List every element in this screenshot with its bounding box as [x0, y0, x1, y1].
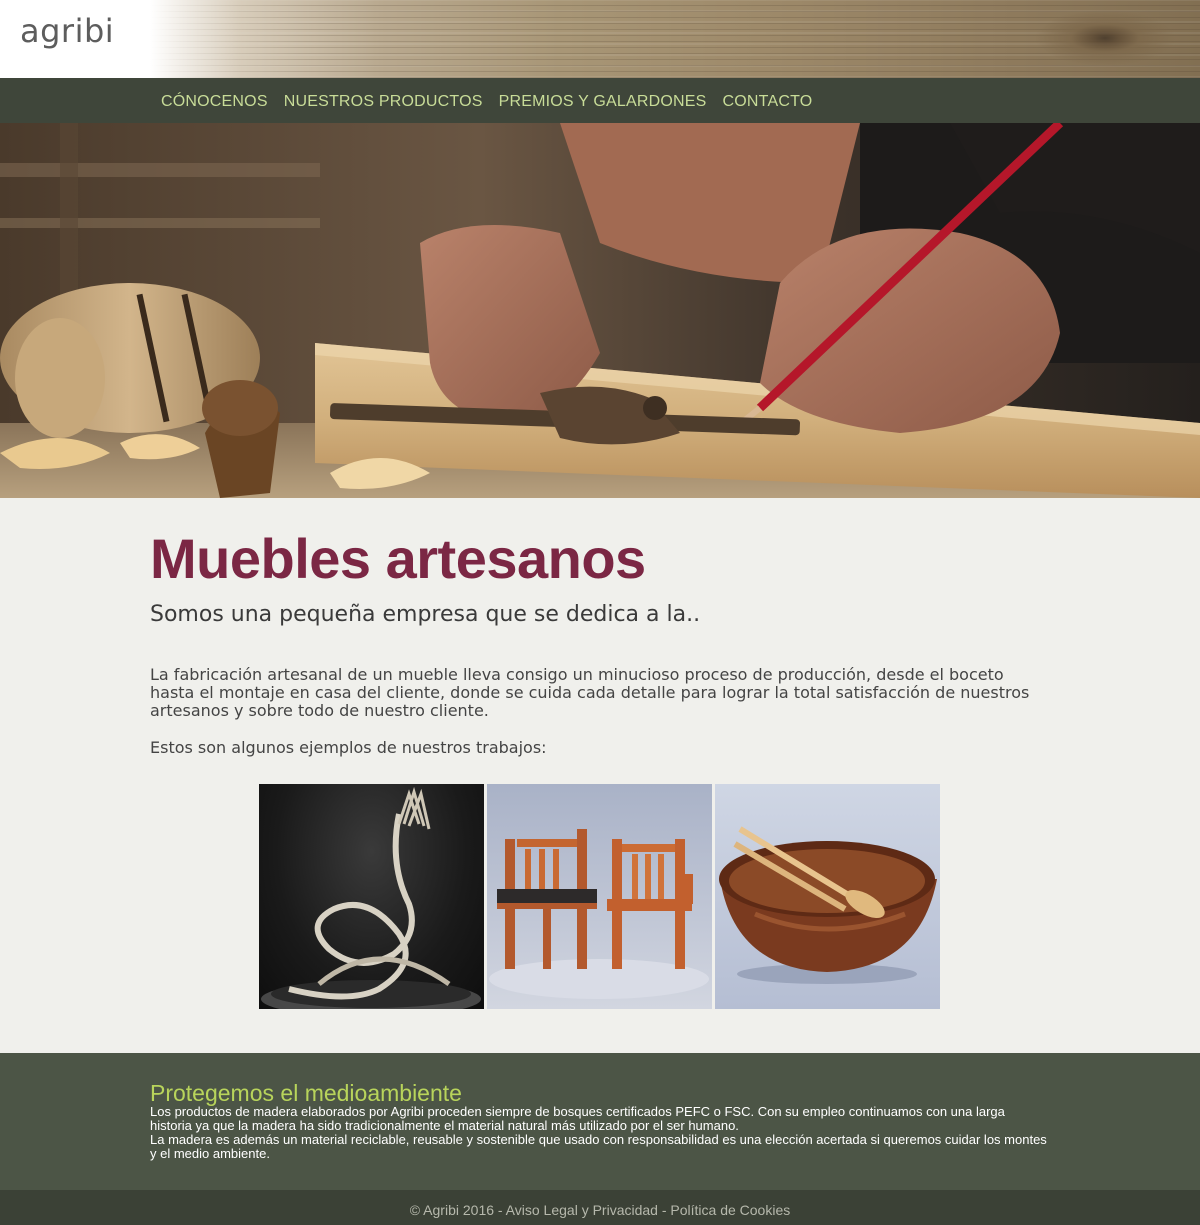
- site-logo[interactable]: agribi: [20, 12, 114, 50]
- nav-item-premios[interactable]: PREMIOS Y GALARDONES: [499, 93, 707, 110]
- intro-paragraph: La fabricación artesanal de un mueble ll…: [150, 665, 1030, 720]
- examples-intro: Estos son algunos ejemplos de nuestros t…: [150, 738, 547, 757]
- page-title: Muebles artesanos: [150, 527, 646, 590]
- work-gallery: [259, 784, 942, 1009]
- main-nav: CÓNOCENOS NUESTROS PRODUCTOS PREMIOS Y G…: [0, 78, 1200, 123]
- eco-section: Protegemos el medioambiente Los producto…: [0, 1053, 1200, 1190]
- eco-text-1: Los productos de madera elaborados por A…: [150, 1104, 1005, 1133]
- hero-illustration: [0, 123, 1200, 498]
- site-header: agribi: [0, 0, 1200, 78]
- nav-item-conocenos[interactable]: CÓNOCENOS: [161, 93, 268, 110]
- eco-text-2: La madera es además un material reciclab…: [150, 1132, 1047, 1161]
- nav-item-contacto[interactable]: CONTACTO: [723, 93, 813, 110]
- wood-sculpture-image[interactable]: [259, 784, 484, 1009]
- site-footer: © Agribi 2016 - Aviso Legal y Privacidad…: [0, 1190, 1200, 1225]
- wooden-bowl-image[interactable]: [715, 784, 940, 1009]
- footer-copyright[interactable]: © Agribi 2016 - Aviso Legal y Privacidad…: [0, 1202, 1200, 1218]
- nav-item-productos[interactable]: NUESTROS PRODUCTOS: [284, 93, 483, 110]
- hero-image-carpenter: [0, 123, 1200, 498]
- wooden-chairs-image[interactable]: [487, 784, 712, 1009]
- wood-knot: [1030, 8, 1180, 68]
- eco-title: Protegemos el medioambiente: [150, 1080, 462, 1106]
- page-subtitle: Somos una pequeña empresa que se dedica …: [150, 602, 701, 627]
